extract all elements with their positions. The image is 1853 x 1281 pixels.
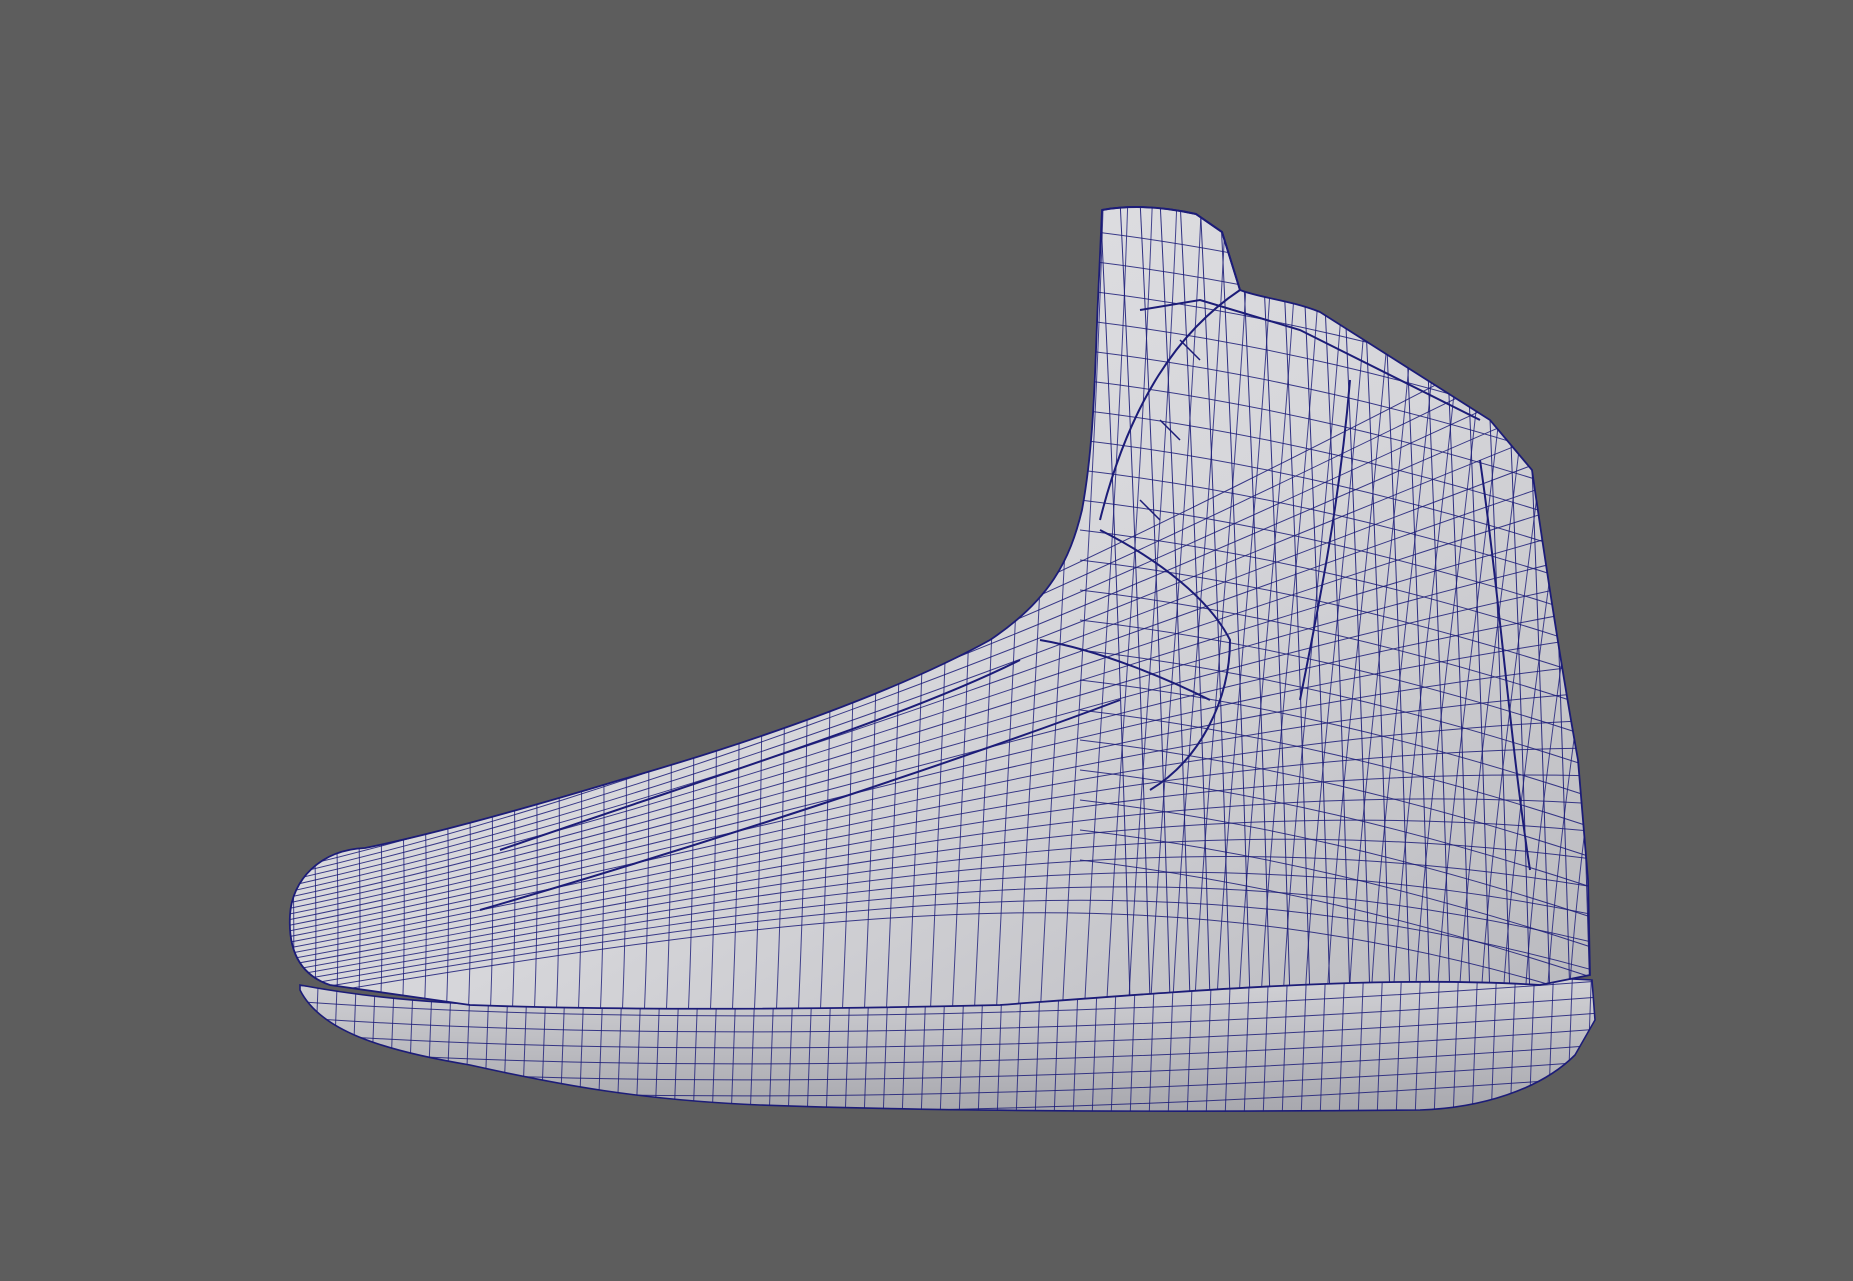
viewport-canvas[interactable] <box>0 0 1853 1281</box>
mesh-edge <box>217 180 272 1020</box>
mesh-edge <box>300 972 301 1112</box>
mesh-edge <box>312 972 320 1112</box>
shoe-upper[interactable] <box>217 180 1671 1020</box>
mesh-edge <box>289 206 295 1009</box>
mesh-edge <box>1605 960 1611 1120</box>
3d-viewport[interactable] <box>0 0 1853 1281</box>
